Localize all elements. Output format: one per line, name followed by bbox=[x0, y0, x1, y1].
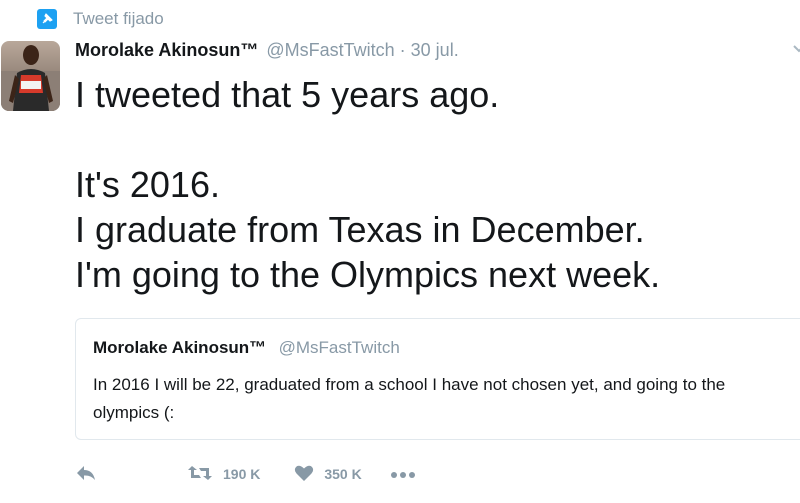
retweet-count: 190 K bbox=[223, 466, 261, 482]
quoted-author-handle: @MsFastTwitch bbox=[278, 338, 400, 357]
quoted-tweet-header: Morolake Akinosun™ @MsFastTwitch bbox=[93, 338, 400, 358]
pinned-label: Tweet fijado bbox=[73, 9, 164, 28]
separator-dot: · bbox=[399, 40, 406, 60]
pinned-indicator: Tweet fijado bbox=[37, 6, 164, 32]
like-count: 350 K bbox=[324, 466, 362, 482]
tweet-line: I tweeted that 5 years ago. bbox=[75, 74, 500, 115]
reply-icon bbox=[75, 464, 97, 485]
tweet-text: I tweeted that 5 years ago. It's 2016. I… bbox=[75, 72, 795, 297]
pin-icon bbox=[37, 9, 57, 29]
avatar[interactable] bbox=[1, 41, 60, 111]
author-name[interactable]: Morolake Akinosun™ bbox=[75, 40, 258, 61]
tweet-date[interactable]: 30 jul. bbox=[411, 40, 459, 61]
retweet-button[interactable]: 190 K bbox=[187, 464, 260, 485]
author-handle[interactable]: @MsFastTwitch bbox=[266, 40, 394, 61]
tweet-line: It's 2016. bbox=[75, 164, 220, 205]
tweet-line: I graduate from Texas in December. bbox=[75, 209, 645, 250]
paragraph-break bbox=[75, 117, 795, 162]
pinned-tweet: Tweet fijado Morolake Akinosun™ @MsFastT… bbox=[0, 0, 800, 503]
chevron-down-icon[interactable] bbox=[792, 42, 800, 56]
retweet-icon bbox=[187, 464, 213, 485]
quoted-tweet-text: In 2016 I will be 22, graduated from a s… bbox=[93, 375, 726, 422]
reply-button[interactable] bbox=[75, 464, 97, 485]
quoted-author-name: Morolake Akinosun™ bbox=[93, 338, 267, 357]
heart-icon bbox=[294, 464, 314, 485]
more-button[interactable] bbox=[390, 466, 416, 482]
tweet-actions: 190 K 350 K bbox=[75, 460, 416, 488]
tweet-header: Morolake Akinosun™ @MsFastTwitch · 30 ju… bbox=[75, 40, 459, 68]
more-icon bbox=[390, 466, 416, 482]
tweet-line: I'm going to the Olympics next week. bbox=[75, 254, 661, 295]
quoted-tweet[interactable]: Morolake Akinosun™ @MsFastTwitch In 2016… bbox=[75, 318, 800, 440]
like-button[interactable]: 350 K bbox=[294, 464, 362, 485]
